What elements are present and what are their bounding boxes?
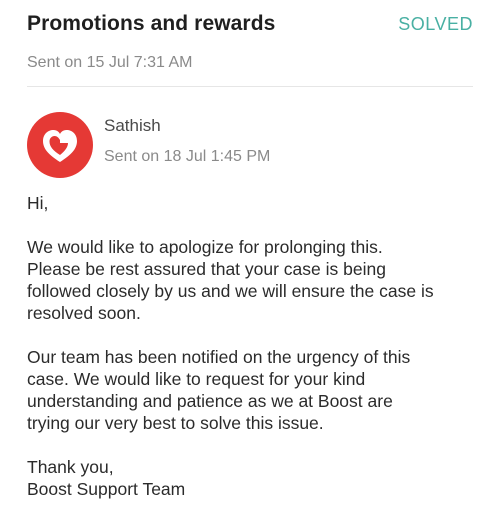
message-sent-timestamp: Sent on 18 Jul 1:45 PM <box>104 148 271 165</box>
paragraph-apology: We would like to apologize for prolongin… <box>27 236 479 324</box>
boost-heart-logo-icon <box>27 112 93 178</box>
greeting-line: Hi, <box>27 193 49 213</box>
page-title: Promotions and rewards <box>27 12 276 35</box>
greeting: Hi, <box>27 192 479 214</box>
paragraph-line: Please be rest assured that your case is… <box>27 259 386 279</box>
closing: Thank you, Boost Support Team <box>27 456 479 500</box>
paragraph-line: trying our very best to solve this issue… <box>27 413 324 433</box>
message-body: Hi, We would like to apologize for prolo… <box>27 192 479 500</box>
ticket-sent-timestamp: Sent on 15 Jul 7:31 AM <box>27 54 193 71</box>
signature: Boost Support Team <box>27 479 186 499</box>
closing-line: Thank you, <box>27 457 114 477</box>
paragraph-line: case. We would like to request for your … <box>27 369 366 389</box>
paragraph-line: followed closely by us and we will ensur… <box>27 281 434 301</box>
sender-name: Sathish <box>104 116 161 135</box>
paragraph-line: Our team has been notified on the urgenc… <box>27 347 411 367</box>
paragraph-line: understanding and patience as we at Boos… <box>27 391 393 411</box>
paragraph-line: We would like to apologize for prolongin… <box>27 237 383 257</box>
paragraph-line: resolved soon. <box>27 303 141 323</box>
divider <box>27 86 473 87</box>
status-badge: SOLVED <box>398 14 473 34</box>
paragraph-notice: Our team has been notified on the urgenc… <box>27 346 479 434</box>
